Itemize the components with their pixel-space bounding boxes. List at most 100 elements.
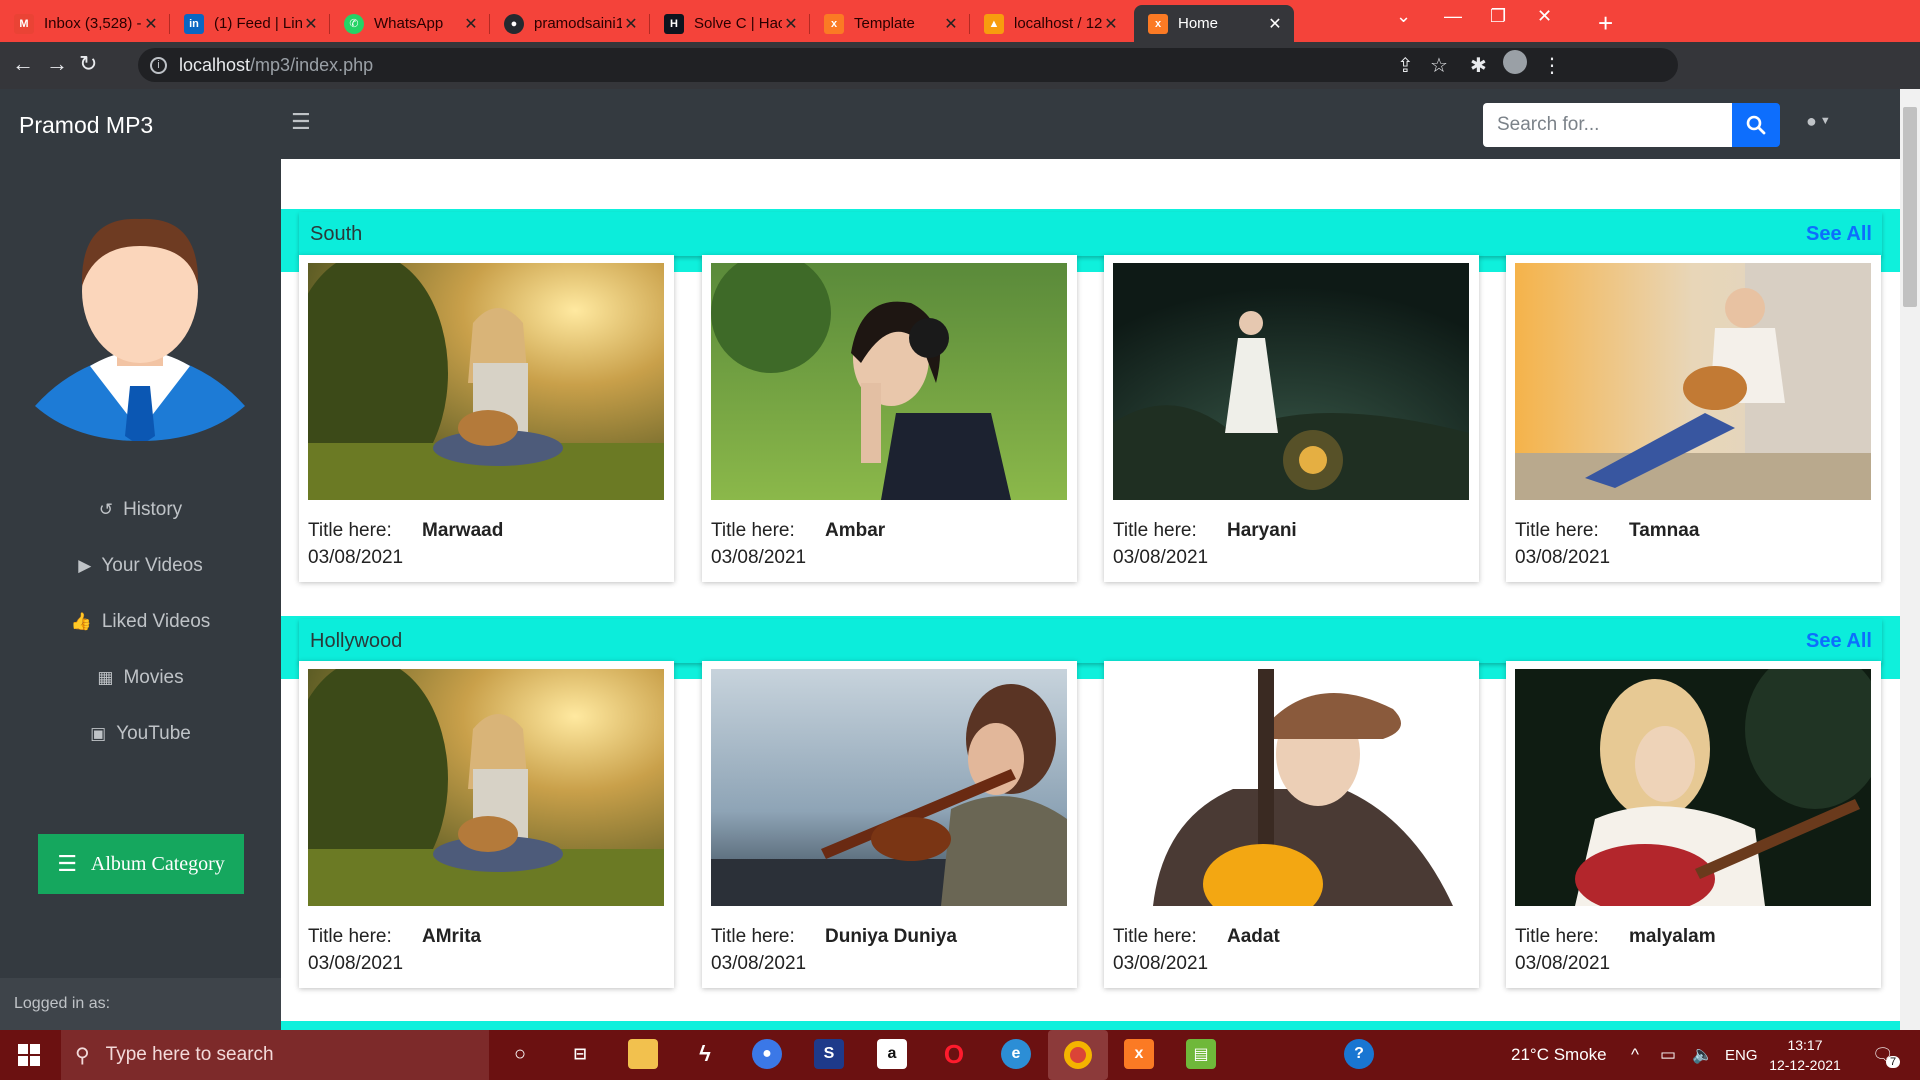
album-date: 03/08/2021 [1515, 547, 1611, 568]
title-label: Title here: [1515, 520, 1599, 541]
cortana-icon[interactable]: ○ [505, 1039, 535, 1069]
profile-avatar-icon[interactable] [1503, 50, 1527, 74]
album-card[interactable]: Title here: Tamnaa 03/08/2021 [1506, 255, 1881, 582]
system-clock[interactable]: 13:17 12-12-2021 [1755, 1035, 1855, 1075]
amazon-icon[interactable]: a [877, 1039, 907, 1069]
opera-icon[interactable]: O [939, 1039, 969, 1069]
card-meta: Title here: Marwaad 03/08/2021 [308, 517, 503, 571]
page-scrollbar[interactable] [1900, 89, 1920, 1030]
close-icon[interactable]: ✕ [1266, 14, 1284, 34]
album-cover-image [1113, 669, 1469, 906]
close-icon[interactable]: ✕ [462, 14, 480, 34]
search-icon: ⚲ [75, 1044, 90, 1067]
browser-tab-bar: M Inbox (3,528) - pr ✕ in (1) Feed | Lin… [0, 0, 1920, 42]
window-close-icon[interactable]: ✕ [1537, 6, 1552, 27]
close-icon[interactable]: ✕ [142, 14, 160, 34]
youtube-icon: ▣ [90, 724, 107, 743]
album-title: AMrita [422, 926, 482, 947]
user-circle-icon: ● [1806, 111, 1817, 131]
reload-icon[interactable]: ↻ [79, 51, 97, 77]
task-view-icon[interactable]: ⊟ [565, 1039, 595, 1069]
next-section-band [281, 1021, 1900, 1030]
star-icon[interactable]: ☆ [1430, 53, 1448, 78]
xampp-icon: x [1148, 13, 1168, 34]
browser-tab[interactable]: ● pramodsaini1/mp ✕ [490, 5, 650, 42]
album-card[interactable]: Title here: Aadat 03/08/2021 [1104, 661, 1479, 988]
sidebar-item-your-videos[interactable]: ▶ Your Videos [0, 538, 281, 594]
brand-title[interactable]: Pramod MP3 [19, 112, 153, 139]
weather-status[interactable]: 21°C Smoke [1511, 1045, 1607, 1065]
browser-tab[interactable]: M Inbox (3,528) - pr ✕ [0, 5, 170, 42]
gmail-icon: M [14, 13, 34, 34]
taskbar-search[interactable]: ⚲ Type here to search [61, 1030, 489, 1080]
menu-dots-icon[interactable]: ⋮ [1542, 53, 1562, 78]
close-icon[interactable]: ✕ [302, 14, 320, 34]
sidebar-item-liked-videos[interactable]: 👍 Liked Videos [0, 594, 281, 650]
close-icon[interactable]: ✕ [622, 14, 640, 34]
network-icon[interactable]: ▭ [1660, 1045, 1676, 1065]
extensions-icon[interactable]: ✱ [1470, 53, 1487, 78]
browser-tab[interactable]: in (1) Feed | LinkedIn ✕ [170, 5, 330, 42]
browser-tab-active[interactable]: x Home ✕ [1134, 5, 1294, 42]
phpmyadmin-icon: ▲ [984, 13, 1004, 34]
see-all-link[interactable]: See All [1806, 630, 1872, 653]
browser-tab[interactable]: x Template ✕ [810, 5, 970, 42]
back-icon[interactable]: ← [12, 51, 34, 77]
url-host: localhost [179, 54, 251, 75]
close-icon[interactable]: ✕ [782, 14, 800, 34]
search-input[interactable] [1483, 103, 1732, 147]
album-category-button[interactable]: ☰ Album Category [38, 834, 244, 894]
chromium-icon[interactable]: ● [752, 1039, 782, 1069]
sidebar-item-movies[interactable]: ▦ Movies [0, 650, 281, 706]
edge-icon[interactable]: e [1001, 1039, 1031, 1069]
forward-icon[interactable]: → [46, 51, 68, 77]
windows-start-icon[interactable] [18, 1044, 40, 1066]
section-bar: Hollywood See All [299, 619, 1882, 663]
browser-tab[interactable]: H Solve C | HackerR ✕ [650, 5, 810, 42]
album-card[interactable]: Title here: Ambar 03/08/2021 [702, 255, 1077, 582]
chevron-down-icon[interactable]: ⌄ [1396, 6, 1411, 27]
tray-chevron-icon[interactable]: ^ [1631, 1045, 1639, 1065]
minimize-icon[interactable]: — [1444, 6, 1462, 27]
top-navbar: ☰ ● ▼ [281, 89, 1900, 159]
language-indicator[interactable]: ENG [1725, 1047, 1758, 1064]
title-label: Title here: [711, 520, 795, 541]
album-card[interactable]: Title here: Haryani 03/08/2021 [1104, 255, 1479, 582]
album-card[interactable]: Title here: AMrita 03/08/2021 [299, 661, 674, 988]
album-cover-image [1113, 263, 1469, 500]
sidebar-item-youtube[interactable]: ▣ YouTube [0, 706, 281, 762]
close-icon[interactable]: ✕ [942, 14, 960, 34]
hackerrank-icon: H [664, 13, 684, 34]
notepad-icon[interactable]: ▤ [1186, 1039, 1216, 1069]
browser-tab[interactable]: ✆ WhatsApp ✕ [330, 5, 490, 42]
title-label: Title here: [1515, 926, 1599, 947]
title-label: Title here: [711, 926, 795, 947]
album-card[interactable]: Title here: Duniya Duniya 03/08/2021 [702, 661, 1077, 988]
file-explorer-icon[interactable] [628, 1039, 658, 1069]
help-icon[interactable]: ? [1344, 1039, 1374, 1069]
chrome-icon[interactable] [1048, 1030, 1108, 1080]
xampp-icon[interactable]: x [1124, 1039, 1154, 1069]
user-dropdown[interactable]: ● ▼ [1806, 111, 1831, 132]
volume-icon[interactable]: 🔈 [1692, 1045, 1713, 1065]
new-tab-icon[interactable]: + [1598, 8, 1613, 39]
app-lightning-icon[interactable]: ϟ [690, 1039, 720, 1069]
sublime-text-icon[interactable]: S [814, 1039, 844, 1069]
restore-icon[interactable]: ❐ [1490, 6, 1506, 27]
hamburger-icon[interactable]: ☰ [291, 109, 311, 135]
album-card[interactable]: Title here: malyalam 03/08/2021 [1506, 661, 1881, 988]
history-icon: ↺ [98, 500, 114, 519]
sidebar-item-history[interactable]: ↺ History [0, 482, 281, 538]
close-icon[interactable]: ✕ [1102, 14, 1120, 34]
title-label: Title here: [1113, 926, 1197, 947]
album-card[interactable]: Title here: Marwaad 03/08/2021 [299, 255, 674, 582]
see-all-link[interactable]: See All [1806, 223, 1872, 246]
share-icon[interactable]: ⇪ [1397, 53, 1414, 78]
linkedin-icon: in [184, 13, 204, 34]
album-date: 03/08/2021 [1113, 547, 1209, 568]
scrollbar-thumb[interactable] [1903, 107, 1917, 307]
search-button[interactable] [1732, 103, 1780, 147]
browser-tab[interactable]: ▲ localhost / 127.0. ✕ [970, 5, 1130, 42]
card-meta: Title here: malyalam 03/08/2021 [1515, 923, 1716, 977]
info-icon[interactable]: i [150, 56, 167, 74]
